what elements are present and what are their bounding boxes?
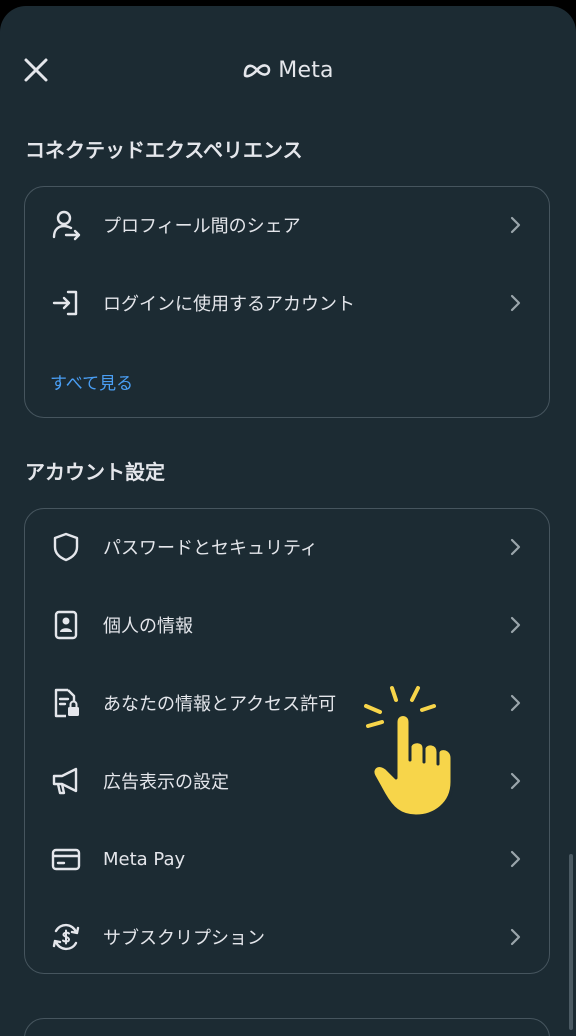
row-label: あなたの情報とアクセス許可 [103,694,337,715]
row-label: 個人の情報 [103,616,193,637]
row-meta-pay[interactable]: Meta Pay [25,829,549,889]
subscription-icon [49,920,83,954]
row-profile-share[interactable]: プロフィール間のシェア [25,195,549,255]
row-label: ログインに使用するアカウント [103,294,355,315]
chevron-right-icon [509,927,523,947]
settings-sheet: Meta コネクテッドエクスペリエンス プロフィール間のシェア ログインに使用す… [0,6,576,1036]
section-title-account: アカウント設定 [25,460,165,484]
row-subscriptions[interactable]: サブスクリプション [25,907,549,967]
chevron-right-icon [509,215,523,235]
row-label: プロフィール間のシェア [103,216,301,237]
login-arrow-icon [49,286,83,320]
next-card-peek [24,1018,550,1036]
see-all-link[interactable]: すべて見る [50,369,133,394]
section-title-connected: コネクテッドエクスペリエンス [25,138,303,162]
row-label: パスワードとセキュリティ [103,538,318,559]
connected-experiences-card: プロフィール間のシェア ログインに使用するアカウント すべて見る [24,186,550,418]
brand-name: Meta [278,57,334,83]
credit-card-icon [49,842,83,876]
row-personal-info[interactable]: 個人の情報 [25,595,549,655]
row-password-security[interactable]: パスワードとセキュリティ [25,517,549,577]
pointing-hand-icon [364,686,454,818]
profile-share-icon [49,208,83,242]
info-lock-icon [49,686,83,720]
row-label: サブスクリプション [103,928,265,949]
chevron-right-icon [509,615,523,635]
meta-brand: Meta [0,54,576,86]
chevron-right-icon [509,849,523,869]
shield-icon [49,530,83,564]
header: Meta [0,6,576,126]
megaphone-icon [49,764,83,798]
id-card-icon [49,608,83,642]
chevron-right-icon [509,537,523,557]
row-label: Meta Pay [103,848,186,870]
meta-logo-icon [243,64,271,78]
chevron-right-icon [509,771,523,791]
scrollbar[interactable] [569,854,573,1030]
chevron-right-icon [509,293,523,313]
chevron-right-icon [509,693,523,713]
row-login-accounts[interactable]: ログインに使用するアカウント [25,273,549,333]
row-label: 広告表示の設定 [103,772,229,793]
